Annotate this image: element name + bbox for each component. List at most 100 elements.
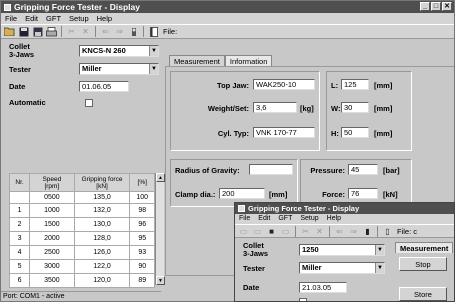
minimize-button[interactable]: _ xyxy=(420,2,430,11)
tab-measurement[interactable]: Measurement xyxy=(169,55,225,66)
stop-button[interactable]: Stop xyxy=(399,257,447,271)
cut-icon[interactable]: ✂ xyxy=(65,26,78,38)
tester-select[interactable]: Miller ▼ xyxy=(299,262,385,274)
menu-setup[interactable]: Setup xyxy=(300,214,318,224)
w-input[interactable]: 30 xyxy=(341,102,369,113)
chevron-down-icon[interactable]: ▼ xyxy=(149,64,158,74)
status-bar: Port: COM1 - active xyxy=(1,291,161,301)
delete-icon[interactable]: ✕ xyxy=(79,26,92,38)
table-scrollbar[interactable]: ▲ ▼ xyxy=(155,173,165,285)
maximize-button[interactable]: □ xyxy=(431,2,441,11)
pressure-input[interactable]: 45 xyxy=(348,164,378,175)
toolbar-separator xyxy=(143,26,144,37)
file-label: File: c xyxy=(397,226,418,236)
close-button[interactable]: ✕ xyxy=(442,2,452,11)
document-icon[interactable]: ▯ xyxy=(381,225,394,237)
cell-speed: 3000 xyxy=(29,259,75,274)
open-folder-icon[interactable]: ▭ xyxy=(237,225,250,237)
cell-nr: 3 xyxy=(8,231,31,246)
h-input[interactable]: 50 xyxy=(341,127,369,138)
table-row[interactable]: 1 1000 132,0 98 xyxy=(8,203,155,218)
menu-edit[interactable]: Edit xyxy=(258,214,270,224)
tester-select[interactable]: Miller ▼ xyxy=(79,63,159,75)
table-row[interactable]: 5 3000 122,0 90 xyxy=(8,259,155,274)
save-icon[interactable] xyxy=(17,26,30,38)
weight-input[interactable]: 3,6 xyxy=(253,102,297,113)
tab-measurement[interactable]: Measurement xyxy=(395,242,454,253)
menu-setup[interactable]: Setup xyxy=(69,13,89,24)
cyl-typ-input[interactable]: VNK 170-77 xyxy=(253,127,315,138)
print-icon[interactable] xyxy=(45,26,58,38)
table-row[interactable]: 3 2000 128,0 95 xyxy=(8,231,155,246)
print-icon[interactable]: ▭ xyxy=(279,225,292,237)
tester-icon[interactable] xyxy=(127,26,140,38)
back-arrow-icon[interactable]: ⇐ xyxy=(333,225,346,237)
w-unit: [mm] xyxy=(374,104,393,113)
save-icon[interactable]: ▭ xyxy=(251,225,264,237)
store-button[interactable]: Store xyxy=(399,287,447,301)
radius-input[interactable] xyxy=(249,164,293,175)
forward-arrow-icon[interactable]: ⇒ xyxy=(347,225,360,237)
menu-help[interactable]: Help xyxy=(97,13,112,24)
menu-help[interactable]: Help xyxy=(327,214,341,224)
date-input[interactable]: 21.03.05 xyxy=(299,282,347,293)
save-as-icon[interactable] xyxy=(31,26,44,38)
col-speed: Speed [rpm] xyxy=(29,173,75,192)
delete-icon[interactable]: ✕ xyxy=(313,225,326,237)
automatic-checkbox[interactable] xyxy=(85,98,93,107)
radius-label: Radius of Gravity: xyxy=(175,166,240,175)
h-unit: [mm] xyxy=(374,129,393,138)
open-folder-icon[interactable] xyxy=(3,26,16,38)
chevron-down-icon[interactable]: ▼ xyxy=(375,263,384,273)
secondary-title: Gripping Force Tester - Display xyxy=(248,203,360,213)
chevron-down-icon[interactable]: ▼ xyxy=(149,46,158,56)
cell-nr: 5 xyxy=(8,259,31,274)
save-as-icon[interactable]: ■ xyxy=(265,225,278,237)
menu-file[interactable]: File xyxy=(239,214,250,224)
scroll-up-icon[interactable]: ▲ xyxy=(156,173,165,182)
toolbar-separator xyxy=(295,225,296,237)
clamp-dia-input[interactable]: 200 xyxy=(219,188,265,199)
automatic-checkbox[interactable] xyxy=(299,298,307,301)
menu-gft[interactable]: GFT xyxy=(46,13,61,24)
app-icon xyxy=(238,205,245,212)
table-row[interactable]: 2 1500 130,0 96 xyxy=(8,217,155,232)
collet-value: 1250 xyxy=(302,245,319,254)
cell-nr: 6 xyxy=(8,273,31,288)
collet-value: KNCS-N 260 xyxy=(82,46,126,55)
cell-force: 130,0 xyxy=(73,217,131,232)
tab-strip: Measurement Information xyxy=(169,55,273,66)
top-jaw-input[interactable]: WAK250-10 xyxy=(253,79,315,90)
cyl-typ-label: Cyl. Typ: xyxy=(217,129,249,138)
collet-select[interactable]: KNCS-N 260 ▼ xyxy=(79,45,159,57)
cell-speed: 3500 xyxy=(29,273,75,288)
menu-edit[interactable]: Edit xyxy=(25,13,38,24)
back-arrow-icon[interactable]: ⇐ xyxy=(99,26,112,38)
cell-force: 132,0 xyxy=(73,203,131,218)
date-label: Date xyxy=(9,82,26,91)
document-icon[interactable] xyxy=(147,26,160,38)
cell-nr: 1 xyxy=(8,203,31,218)
tester-icon[interactable]: ▮ xyxy=(361,225,374,237)
table-row[interactable]: 0500 135,0 100 xyxy=(8,191,155,204)
l-input[interactable]: 125 xyxy=(341,79,369,90)
force-input[interactable]: 76 xyxy=(348,188,378,199)
forward-arrow-icon[interactable]: ⇒ xyxy=(113,26,126,38)
menu-gft[interactable]: GFT xyxy=(278,214,292,224)
cut-icon[interactable]: ✂ xyxy=(299,225,312,237)
l-unit: [mm] xyxy=(374,81,393,90)
h-label: H: xyxy=(331,129,339,138)
menu-file[interactable]: File xyxy=(5,13,17,24)
app-icon xyxy=(4,3,11,11)
tab-information[interactable]: Information xyxy=(224,55,273,66)
table-row[interactable]: 4 2500 126,0 93 xyxy=(8,245,155,260)
date-input[interactable]: 01.06.05 xyxy=(79,81,129,92)
main-title: Gripping Force Tester - Display xyxy=(14,2,140,12)
toolbar-separator xyxy=(95,26,96,37)
chevron-down-icon[interactable]: ▼ xyxy=(375,245,384,255)
automatic-label: Automatic xyxy=(9,98,46,107)
table-row[interactable]: 6 3500 120,0 89 xyxy=(8,273,155,288)
scroll-down-icon[interactable]: ▼ xyxy=(156,276,165,285)
cell-force: 122,0 xyxy=(73,259,131,274)
collet-select[interactable]: 1250 ▼ xyxy=(299,244,385,256)
